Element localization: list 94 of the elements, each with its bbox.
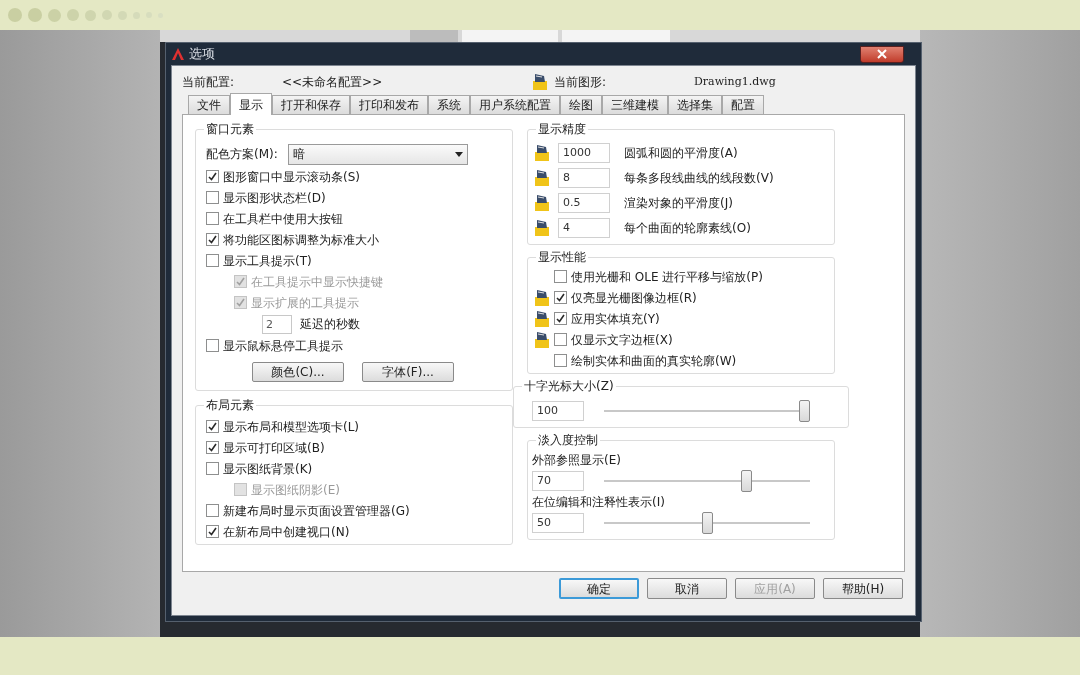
checkbox[interactable]: [206, 212, 219, 225]
checkbox[interactable]: [206, 525, 219, 538]
number-field[interactable]: 100: [532, 401, 584, 421]
dialog-button[interactable]: 颜色(C)...: [252, 362, 344, 382]
tab[interactable]: 用户系统配置: [470, 95, 560, 114]
checkbox[interactable]: [206, 504, 219, 517]
dropdown-value: 暗: [292, 146, 305, 163]
checkbox[interactable]: [206, 420, 219, 433]
tab[interactable]: 文件: [188, 95, 230, 114]
drawing-label: 当前图形:: [554, 74, 608, 91]
field-label: 每个曲面的轮廓素线(O): [624, 219, 751, 237]
field-label: 延迟的秒数: [300, 316, 360, 333]
close-button[interactable]: [860, 45, 904, 63]
checkbox-label: 显示鼠标悬停工具提示: [223, 337, 343, 355]
checkbox-label: 显示扩展的工具提示: [251, 294, 359, 312]
number-field[interactable]: 8: [558, 167, 610, 188]
dialog-button[interactable]: 字体(F)...: [362, 362, 454, 382]
checkbox-label: 显示图形状态栏(D): [223, 189, 326, 207]
checkbox-label: 显示图纸背景(K): [223, 460, 313, 478]
drawing-file-icon: [532, 73, 548, 91]
checkbox-label: 图形窗口中显示滚动条(S): [223, 168, 360, 186]
checkbox-label: 显示可打印区域(B): [223, 439, 325, 457]
number-field[interactable]: 4: [558, 217, 610, 238]
checkbox-label: 应用实体填充(Y): [571, 310, 660, 328]
checkbox[interactable]: [554, 270, 567, 283]
checkbox[interactable]: [554, 291, 567, 304]
checkbox-label: 在工具提示中显示快捷键: [251, 273, 383, 291]
tab[interactable]: 绘图: [560, 95, 602, 114]
checkbox-label: 绘制实体和曲面的真实轮廓(W): [571, 352, 737, 370]
group-title: 布局元素: [204, 397, 256, 413]
field-label: 每条多段线曲线的线段数(V): [624, 169, 774, 187]
dialog-button[interactable]: 帮助(H): [823, 578, 903, 599]
number-field[interactable]: 1000: [558, 142, 610, 163]
drawing-file-icon: [534, 218, 550, 237]
close-icon: [877, 49, 887, 59]
checkbox[interactable]: [206, 462, 219, 475]
number-field[interactable]: 0.5: [558, 192, 610, 213]
color-scheme-dropdown[interactable]: 暗: [287, 143, 468, 165]
checkbox[interactable]: [206, 254, 219, 267]
checkbox-label: 在工具栏中使用大按钮: [223, 210, 343, 228]
group-title: 显示性能: [536, 249, 588, 265]
tab[interactable]: 显示: [230, 93, 272, 115]
tab[interactable]: 打印和发布: [350, 95, 428, 114]
number-field[interactable]: 70: [532, 471, 584, 491]
checkbox[interactable]: [554, 312, 567, 325]
app-logo-icon: [171, 47, 185, 61]
field-label: 配色方案(M):: [206, 146, 278, 163]
drawing-file-icon: [534, 168, 550, 187]
checkbox-label: 仅显示文字边框(X): [571, 331, 673, 349]
drawing-file-icon: [534, 143, 550, 162]
tab[interactable]: 系统: [428, 95, 470, 114]
checkbox[interactable]: [206, 233, 219, 246]
group-title: 窗口元素: [204, 121, 256, 137]
drawing-file-icon: [534, 193, 550, 212]
checkbox-label: 显示布局和模型选项卡(L): [223, 418, 360, 436]
tab[interactable]: 打开和保存: [272, 95, 350, 114]
checkbox[interactable]: [206, 170, 219, 183]
group-title: 显示精度: [536, 121, 588, 137]
window-title: 选项: [189, 45, 215, 64]
slider-thumb[interactable]: [701, 512, 713, 534]
slider-label: 在位编辑和注释性表示(I): [532, 494, 666, 511]
checkbox[interactable]: [206, 191, 219, 204]
checkbox[interactable]: [554, 354, 567, 367]
checkbox-label: 仅亮显光栅图像边框(R): [571, 289, 697, 307]
group-title: 淡入度控制: [536, 432, 600, 448]
caret-icon: [454, 151, 463, 157]
checkbox[interactable]: [206, 339, 219, 352]
dialog-button[interactable]: 取消: [647, 578, 727, 599]
slider-thumb[interactable]: [799, 400, 810, 422]
checkbox-label: 显示图纸阴影(E): [251, 481, 340, 499]
group-title: 十字光标大小(Z): [522, 378, 616, 394]
number-field[interactable]: 2: [262, 314, 292, 334]
dialog-button[interactable]: 确定: [559, 578, 639, 599]
checkbox-label: 在新布局中创建视口(N): [223, 523, 350, 541]
slider-track[interactable]: [604, 399, 810, 423]
checkbox-label: 显示工具提示(T): [223, 252, 312, 270]
field-label: 渲染对象的平滑度(J): [624, 194, 733, 212]
slider-track[interactable]: [604, 511, 810, 535]
slider-track[interactable]: [604, 469, 810, 493]
tab[interactable]: 三维建模: [602, 95, 668, 114]
number-field[interactable]: 50: [532, 513, 584, 533]
slider-thumb[interactable]: [740, 470, 752, 492]
tab[interactable]: 选择集: [668, 95, 722, 114]
drawing-filename: Drawing1.dwg: [694, 73, 776, 90]
field-label: 圆弧和圆的平滑度(A): [624, 144, 738, 162]
checkbox[interactable]: [206, 441, 219, 454]
profile-value: <<未命名配置>>: [282, 74, 384, 91]
slider-label: 外部参照显示(E): [532, 452, 622, 469]
checkbox-label: 将功能区图标调整为标准大小: [223, 231, 379, 249]
profile-label: 当前配置:: [182, 74, 236, 91]
checkbox-label: 新建布局时显示页面设置管理器(G): [223, 502, 410, 520]
checkbox[interactable]: [554, 333, 567, 346]
tab[interactable]: 配置: [722, 95, 764, 114]
checkbox-label: 使用光栅和 OLE 进行平移与缩放(P): [571, 268, 763, 286]
